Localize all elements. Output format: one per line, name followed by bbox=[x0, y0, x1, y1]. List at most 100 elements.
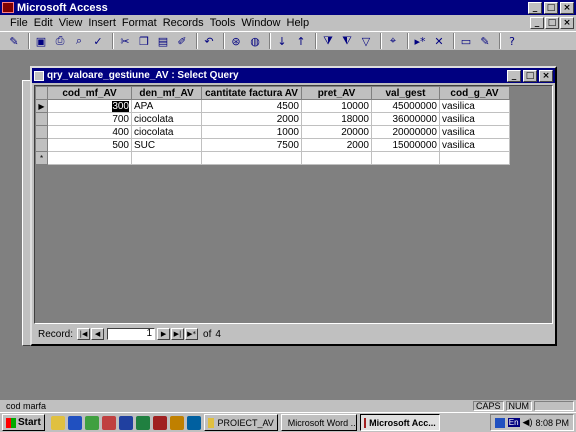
menu-edit[interactable]: Edit bbox=[34, 17, 53, 29]
menu-file[interactable]: File bbox=[10, 17, 28, 29]
print-preview-icon[interactable]: ⌕ bbox=[71, 33, 87, 49]
office-assistant-icon[interactable]: ? bbox=[504, 33, 520, 49]
cell-cantitate[interactable]: 1000 bbox=[201, 125, 302, 139]
spelling-icon[interactable]: ✓ bbox=[90, 33, 106, 49]
word-icon[interactable] bbox=[118, 415, 133, 430]
network-tray-icon[interactable] bbox=[494, 417, 505, 428]
column-header-den-mf[interactable]: den_mf_AV bbox=[131, 86, 202, 100]
query-maximize-button[interactable]: □ bbox=[523, 69, 537, 82]
cell-cantitate[interactable]: 2000 bbox=[201, 112, 302, 126]
new-cell[interactable] bbox=[47, 151, 132, 165]
access-app-icon[interactable] bbox=[2, 2, 14, 13]
new-record-indicator[interactable]: * bbox=[35, 151, 48, 165]
first-record-button[interactable]: |◀ bbox=[77, 328, 91, 340]
filter-by-selection-icon[interactable]: ⧩ bbox=[320, 33, 336, 49]
hyperlink-icon[interactable]: ⊛ bbox=[228, 33, 244, 49]
cell-val-gest[interactable]: 20000000 bbox=[371, 125, 440, 139]
network-icon[interactable] bbox=[186, 415, 201, 430]
cell-pret[interactable]: 10000 bbox=[301, 99, 372, 113]
cell-val-gest[interactable]: 45000000 bbox=[371, 99, 440, 113]
cell-val-gest[interactable]: 36000000 bbox=[371, 112, 440, 126]
apply-filter-icon[interactable]: ▽ bbox=[358, 33, 374, 49]
column-header-pret[interactable]: pret_AV bbox=[301, 86, 372, 100]
excel-icon[interactable] bbox=[135, 415, 150, 430]
taskbar-button-proiect[interactable]: PROIECT_AV bbox=[203, 414, 278, 431]
new-cell[interactable] bbox=[371, 151, 440, 165]
sort-ascending-icon[interactable]: ↓ bbox=[274, 33, 290, 49]
internet-explorer-icon[interactable] bbox=[67, 415, 82, 430]
query-icon[interactable] bbox=[34, 70, 44, 81]
column-header-cantitate[interactable]: cantitate factura AV bbox=[201, 86, 302, 100]
new-record-icon[interactable]: ▸* bbox=[412, 33, 428, 49]
menu-records[interactable]: Records bbox=[163, 17, 204, 29]
close-button[interactable]: × bbox=[560, 1, 574, 14]
undo-icon[interactable]: ↶ bbox=[201, 33, 217, 49]
select-all-cell[interactable] bbox=[35, 86, 48, 100]
cell-cod-mf[interactable]: 400 bbox=[47, 125, 132, 139]
web-toolbar-icon[interactable]: ◍ bbox=[247, 33, 263, 49]
record-selector[interactable] bbox=[35, 125, 48, 139]
volume-icon[interactable]: ◀) bbox=[523, 417, 533, 428]
query-close-button[interactable]: × bbox=[539, 69, 553, 82]
cell-pret[interactable]: 2000 bbox=[301, 138, 372, 152]
cut-icon[interactable]: ✂ bbox=[117, 33, 133, 49]
cell-den-mf[interactable]: ciocolata bbox=[131, 112, 202, 126]
column-header-cod-g[interactable]: cod_g_AV bbox=[439, 86, 510, 100]
cell-cod-g[interactable]: vasilica bbox=[439, 138, 510, 152]
cell-den-mf[interactable]: SUC bbox=[131, 138, 202, 152]
menu-insert[interactable]: Insert bbox=[88, 17, 116, 29]
new-cell[interactable] bbox=[201, 151, 302, 165]
cell-den-mf[interactable]: APA bbox=[131, 99, 202, 113]
restore-button[interactable]: □ bbox=[544, 1, 558, 14]
sort-descending-icon[interactable]: ↑ bbox=[293, 33, 309, 49]
menu-view[interactable]: View bbox=[59, 17, 83, 29]
record-selector[interactable] bbox=[35, 138, 48, 152]
query-window-titlebar[interactable]: qry_valoare_gestiune_AV : Select Query _… bbox=[32, 68, 555, 83]
folder-icon[interactable] bbox=[50, 415, 65, 430]
access-icon[interactable] bbox=[152, 415, 167, 430]
record-number-field[interactable]: 1 bbox=[107, 328, 156, 340]
next-record-button[interactable]: ▶ bbox=[157, 328, 171, 340]
active-cell[interactable]: 300 bbox=[112, 100, 129, 112]
print-icon[interactable]: ⎙ bbox=[52, 33, 68, 49]
column-header-val-gest[interactable]: val_gest bbox=[371, 86, 440, 100]
previous-record-button[interactable]: ◀ bbox=[91, 328, 105, 340]
cell-den-mf[interactable]: ciocolata bbox=[131, 125, 202, 139]
new-cell[interactable] bbox=[131, 151, 202, 165]
new-record-button[interactable]: ▶* bbox=[185, 328, 199, 340]
query-minimize-button[interactable]: _ bbox=[507, 69, 521, 82]
paste-icon[interactable]: ▤ bbox=[155, 33, 171, 49]
taskbar-button-access[interactable]: Microsoft Acc... bbox=[359, 414, 440, 431]
cell-val-gest[interactable]: 15000000 bbox=[371, 138, 440, 152]
menu-tools[interactable]: Tools bbox=[210, 17, 236, 29]
taskbar-button-word[interactable]: Microsoft Word ... bbox=[280, 414, 357, 431]
menu-window[interactable]: Window bbox=[241, 17, 280, 29]
database-window-icon[interactable]: ▭ bbox=[458, 33, 474, 49]
cell-cod-g[interactable]: vasilica bbox=[439, 112, 510, 126]
app-titlebar[interactable]: Microsoft Access _ □ × bbox=[0, 0, 576, 15]
mdi-restore-button[interactable]: □ bbox=[545, 17, 559, 29]
minimize-button[interactable]: _ bbox=[528, 1, 542, 14]
delete-record-icon[interactable]: ✕ bbox=[431, 33, 447, 49]
view-design-icon[interactable]: ✎ bbox=[6, 33, 22, 49]
cell-cod-g[interactable]: vasilica bbox=[439, 99, 510, 113]
cell-cod-g[interactable]: vasilica bbox=[439, 125, 510, 139]
cell-cod-mf[interactable]: 300 bbox=[47, 99, 132, 113]
copy-icon[interactable]: ❐ bbox=[136, 33, 152, 49]
new-object-icon[interactable]: ✎ bbox=[477, 33, 493, 49]
menu-help[interactable]: Help bbox=[287, 17, 310, 29]
language-indicator[interactable]: En bbox=[507, 418, 520, 427]
new-cell[interactable] bbox=[301, 151, 372, 165]
cell-cantitate[interactable]: 4500 bbox=[201, 99, 302, 113]
current-record-indicator[interactable]: ▶ bbox=[35, 99, 48, 113]
column-header-cod-mf[interactable]: cod_mf_AV bbox=[47, 86, 132, 100]
outlook-icon[interactable] bbox=[84, 415, 99, 430]
menu-format[interactable]: Format bbox=[122, 17, 157, 29]
find-icon[interactable]: ⌖ bbox=[385, 33, 401, 49]
start-button[interactable]: Start bbox=[2, 414, 45, 431]
cell-cod-mf[interactable]: 500 bbox=[47, 138, 132, 152]
cell-cantitate[interactable]: 7500 bbox=[201, 138, 302, 152]
cell-pret[interactable]: 18000 bbox=[301, 112, 372, 126]
mdi-close-button[interactable]: × bbox=[560, 17, 574, 29]
last-record-button[interactable]: ▶| bbox=[171, 328, 185, 340]
